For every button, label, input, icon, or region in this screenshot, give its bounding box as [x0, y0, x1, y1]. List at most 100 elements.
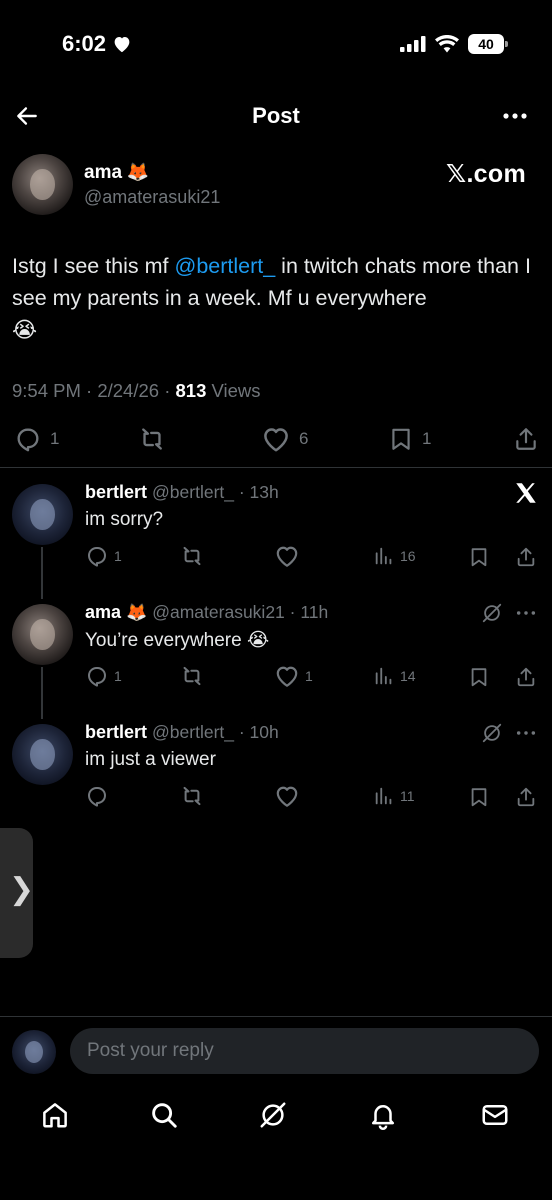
more-icon[interactable]	[502, 104, 528, 128]
reply-reply-action[interactable]	[85, 784, 114, 808]
reply-header: ama 🦊 @amaterasuki21 · 11h	[85, 602, 328, 623]
reply-text-body: You’re everywhere	[85, 630, 242, 651]
reply-retweet-action[interactable]	[178, 664, 206, 688]
retweet-icon	[183, 666, 201, 686]
views-icon	[375, 547, 392, 565]
reply-avatar[interactable]	[12, 724, 73, 785]
retweet-icon	[142, 428, 162, 450]
reply-like-action[interactable]	[274, 544, 305, 568]
grok-icon[interactable]	[258, 1100, 288, 1130]
reply-text: im just a viewer	[85, 749, 216, 770]
reply-views-count: 14	[400, 668, 416, 684]
reply-handle[interactable]: @bertlert_ · 13h	[152, 482, 279, 502]
mention-link[interactable]: @bertlert_	[175, 254, 276, 278]
reply-action[interactable]: 1	[14, 425, 59, 453]
post-meta: 9:54 PM · 2/24/26 · 813 Views	[12, 380, 261, 402]
reply-reply-count: 1	[114, 548, 122, 564]
bookmark-icon[interactable]	[468, 785, 490, 809]
more-icon[interactable]	[515, 602, 537, 624]
retweet-icon	[183, 786, 201, 806]
share-action[interactable]	[513, 425, 539, 453]
search-icon[interactable]	[149, 1100, 179, 1130]
thread-line	[41, 667, 43, 719]
reply-text-emoji: 😭	[246, 630, 270, 651]
composer-avatar[interactable]	[12, 1030, 56, 1074]
grok-icon[interactable]	[481, 722, 503, 744]
bookmark-icon[interactable]	[468, 665, 490, 689]
reply-author-name[interactable]: bertlert	[85, 482, 147, 502]
retweet-action[interactable]	[136, 425, 168, 453]
share-icon[interactable]	[515, 545, 537, 569]
reply-reply-action[interactable]: 1	[85, 664, 122, 688]
reply-text: You’re everywhere 😭	[85, 629, 269, 652]
post-body: Istg I see this mf @bertlert_ in twitch …	[12, 250, 542, 346]
author-handle[interactable]: @amaterasuki21	[84, 187, 220, 208]
status-indicators: 40	[400, 34, 508, 54]
notifications-icon[interactable]	[368, 1100, 398, 1130]
chevron-right-icon: ❯	[9, 873, 35, 906]
post-timestamp: 9:54 PM · 2/24/26 ·	[12, 380, 176, 401]
reply-like-action[interactable]: 1	[274, 664, 313, 688]
messages-icon[interactable]	[480, 1100, 510, 1130]
bookmark-action[interactable]: 1	[388, 425, 431, 453]
reply-author-name[interactable]: bertlert	[85, 722, 147, 742]
x-logo-icon	[516, 483, 536, 503]
reply-author-name[interactable]: ama	[85, 602, 121, 622]
reply-views-count: 11	[400, 788, 415, 804]
reply-retweet-action[interactable]	[178, 544, 206, 568]
thread-line	[41, 547, 43, 599]
reply-count: 1	[50, 429, 60, 448]
reply-avatar[interactable]	[12, 484, 73, 545]
reply-reply-count: 1	[114, 668, 122, 684]
divider	[0, 1016, 552, 1017]
share-icon	[516, 428, 536, 450]
side-panel-handle[interactable]: ❯	[0, 828, 35, 958]
like-icon	[276, 546, 298, 567]
author-name-text: ama	[84, 162, 123, 183]
like-icon	[264, 428, 288, 452]
share-icon[interactable]	[515, 665, 537, 689]
reply-like-action[interactable]	[274, 784, 305, 808]
signal-icon	[400, 36, 426, 52]
reply-icon	[88, 667, 106, 687]
heart-status-icon	[114, 37, 130, 53]
grok-icon[interactable]	[481, 602, 503, 624]
reply-views-count: 16	[400, 548, 416, 564]
reply-header: bertlert @bertlert_ · 10h	[85, 722, 279, 743]
battery-indicator: 40	[468, 34, 508, 54]
views-label: Views	[206, 380, 261, 401]
reply-handle[interactable]: @amaterasuki21 · 11h	[152, 602, 328, 622]
bookmark-icon	[392, 428, 410, 450]
author-avatar[interactable]	[12, 154, 73, 215]
page-title: Post	[252, 103, 300, 128]
reply-icon	[17, 428, 39, 452]
share-icon[interactable]	[515, 785, 537, 809]
reply-like-count: 1	[305, 668, 313, 684]
like-count: 6	[299, 429, 309, 448]
wifi-icon	[435, 35, 459, 53]
views-icon	[375, 787, 392, 805]
reply-header: bertlert @bertlert_ · 13h	[85, 482, 279, 503]
reply-views-action[interactable]: 16	[373, 544, 416, 568]
like-icon	[276, 786, 298, 807]
retweet-icon	[183, 546, 201, 566]
reply-input-placeholder: Post your reply	[87, 1040, 214, 1061]
author-name-emoji: 🦊	[126, 162, 149, 182]
reply-text: im sorry?	[85, 509, 164, 530]
bookmark-icon[interactable]	[468, 545, 490, 569]
reply-avatar[interactable]	[12, 604, 73, 665]
reply-views-action[interactable]: 11	[373, 784, 415, 808]
reply-icon	[88, 787, 106, 807]
home-icon[interactable]	[40, 1100, 70, 1130]
x-watermark: 𝕏.com	[446, 160, 526, 188]
author-name[interactable]: ama 🦊	[84, 162, 149, 184]
reply-input[interactable]: Post your reply	[70, 1028, 539, 1074]
reply-handle[interactable]: @bertlert_ · 10h	[152, 722, 279, 742]
reply-reply-action[interactable]: 1	[85, 544, 122, 568]
reply-retweet-action[interactable]	[178, 784, 206, 808]
more-icon[interactable]	[515, 722, 537, 744]
like-action[interactable]: 6	[261, 425, 308, 453]
views-count: 813	[175, 380, 207, 401]
reply-views-action[interactable]: 14	[373, 664, 416, 688]
views-icon	[375, 667, 392, 685]
